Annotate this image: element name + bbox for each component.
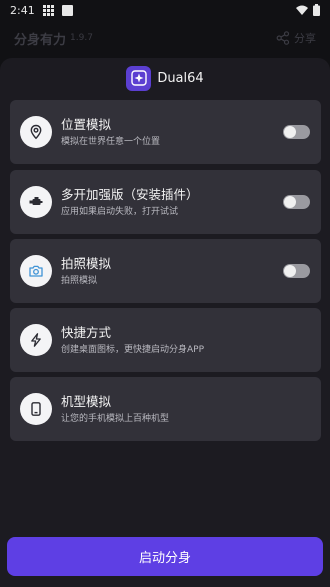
option-shortcut[interactable]: 快捷方式 创建桌面图标，更快捷启动分身APP [10,308,321,372]
option-location-simulation[interactable]: 位置模拟 模拟在世界任意一个位置 [10,100,321,164]
photo-simulation-toggle[interactable] [283,264,310,278]
option-icon-wrap [20,186,52,218]
status-time: 2:41 [10,3,35,17]
option-subtitle: 拍照模拟 [61,275,98,286]
option-title: 位置模拟 [61,116,112,132]
option-title: 快捷方式 [61,324,112,340]
share-icon [276,31,290,45]
status-bar: 2:41 [0,0,330,20]
multi-open-plus-toggle[interactable] [283,195,310,209]
square-notification-icon [61,4,73,16]
location-simulation-toggle[interactable] [283,125,310,139]
app-name: Dual64 [157,70,204,86]
option-subtitle: 应用如果启动失败，打开试试 [61,206,179,217]
location-pin-icon [30,124,42,140]
option-title: 拍照模拟 [61,255,112,271]
lightning-icon [31,333,41,347]
option-photo-simulation[interactable]: 拍照模拟 拍照模拟 [10,239,321,303]
option-subtitle: 让您的手机模拟上百种机型 [61,413,170,424]
phone-icon [31,402,41,416]
option-title: 机型模拟 [61,393,112,409]
option-multi-open-plus[interactable]: 多开加强版（安装插件） 应用如果启动失败，打开试试 [10,170,321,234]
wifi-icon [296,5,308,15]
camera-icon [29,265,43,277]
option-icon-wrap [20,324,52,356]
share-label: 分享 [294,32,316,45]
engine-icon [29,197,43,205]
option-icon-wrap [20,255,52,287]
sparkle-icon [131,70,147,86]
option-title: 多开加强版（安装插件） [61,186,199,202]
background-title: 分身有力 [14,32,67,48]
option-icon-wrap [20,116,52,148]
sheet-header: Dual64 [0,64,330,92]
option-icon-wrap [20,393,52,425]
background-share: 分享 [276,30,316,46]
option-device-model-simulation[interactable]: 机型模拟 让您的手机模拟上百种机型 [10,377,321,441]
option-subtitle: 创建桌面图标，更快捷启动分身APP [61,344,205,355]
options-sheet: Dual64 位置模拟 模拟在世界任意一个位置 多开加强版（安装插件） 应用如果… [0,58,330,587]
start-clone-button[interactable]: 启动分身 [7,537,323,576]
background-header: 分身有力 1.9.7 分享 [14,26,316,50]
battery-icon [313,4,320,16]
background-version: 1.9.7 [70,33,93,43]
grid-notification-icon [42,4,54,16]
app-logo [126,65,152,91]
option-subtitle: 模拟在世界任意一个位置 [61,136,161,147]
